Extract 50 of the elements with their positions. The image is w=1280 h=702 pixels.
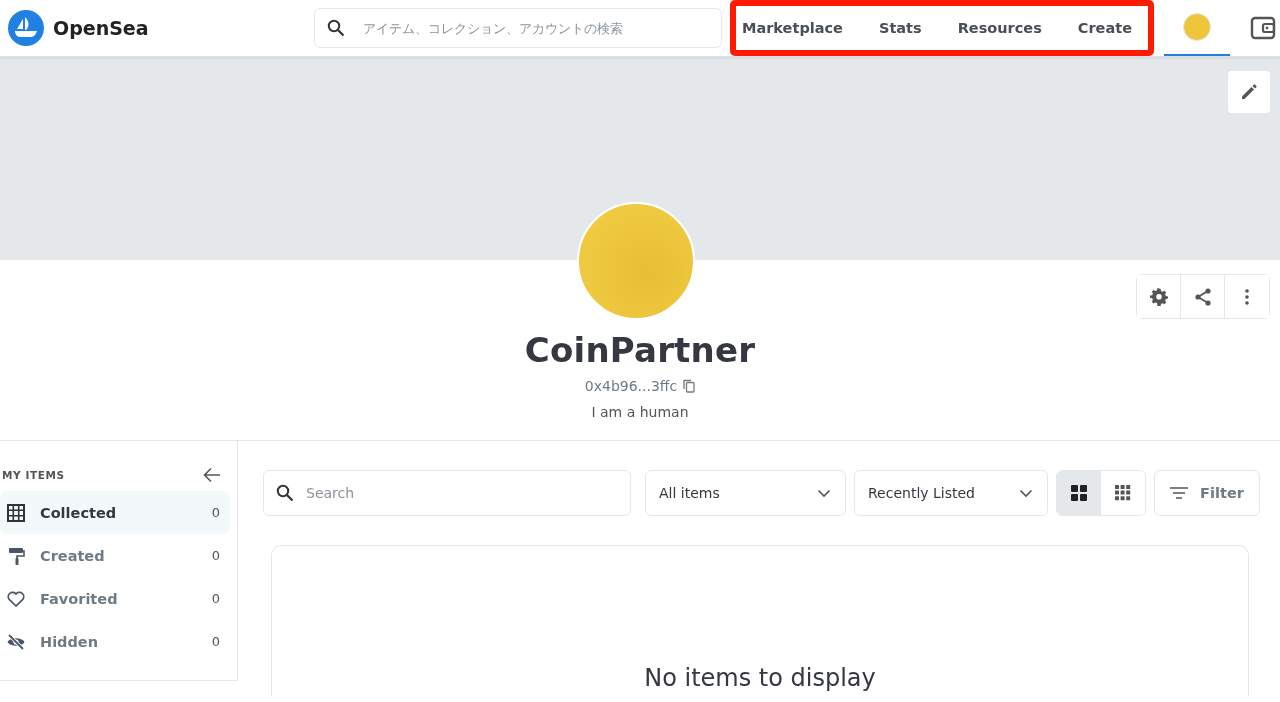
item-count: 0	[211, 591, 220, 606]
settings-button[interactable]	[1137, 275, 1181, 318]
sidebar-item[interactable]: Created 0	[0, 534, 230, 577]
edit-button[interactable]	[1228, 71, 1270, 113]
filter-icon	[1170, 487, 1189, 499]
more-icon	[1245, 288, 1249, 305]
item-count: 0	[211, 548, 220, 563]
small-grid-icon	[1114, 484, 1132, 502]
dropdown[interactable]: All items	[645, 470, 846, 516]
profile-name: CoinPartner	[524, 330, 756, 370]
sidebar-title: MY ITEMS	[2, 469, 65, 481]
sidebar-item[interactable]: Favorited 0	[0, 577, 230, 620]
copy-icon[interactable]	[683, 379, 696, 393]
filter-button[interactable]: Filter	[1154, 470, 1260, 516]
sidebar-item[interactable]: Collected 0	[0, 491, 230, 534]
nav-link[interactable]: Create	[1077, 20, 1132, 36]
item-count: 0	[211, 634, 220, 649]
nav-link[interactable]: Stats	[878, 20, 922, 36]
view-toggle[interactable]	[1057, 471, 1101, 515]
pencil-icon	[1240, 83, 1258, 101]
item-label: Hidden	[40, 633, 100, 650]
item-label: Favorited	[40, 590, 119, 607]
collapse-button[interactable]	[203, 467, 221, 483]
avatar-icon	[1183, 13, 1211, 41]
eye-slash-icon	[6, 631, 26, 652]
share-icon	[1192, 286, 1213, 307]
settings-icon	[1148, 286, 1169, 307]
search-icon	[276, 484, 294, 502]
chevron-down-icon	[1019, 488, 1033, 498]
nav-link[interactable]: Marketplace	[742, 20, 843, 36]
wallet-icon[interactable]	[1250, 16, 1276, 40]
grid-icon	[6, 502, 26, 523]
sailboat-logo-icon[interactable]	[8, 10, 44, 46]
sidebar-item[interactable]: Hidden 0	[0, 620, 230, 663]
item-label: Created	[40, 547, 106, 564]
item-label: Collected	[40, 504, 118, 521]
large-grid-icon	[1070, 484, 1088, 502]
arrow-left-icon	[203, 467, 221, 483]
dropdown[interactable]: Recently Listed	[854, 470, 1048, 516]
search-icon	[327, 19, 345, 37]
search-field[interactable]: Search	[263, 470, 631, 516]
logo-wordmark[interactable]: OpenSea	[53, 17, 149, 39]
empty-message: No items to display	[644, 664, 876, 692]
item-count: 0	[211, 505, 220, 520]
paint-roller-icon	[6, 545, 26, 566]
nav-link[interactable]: Resources	[957, 20, 1042, 36]
wallet-address: 0x4b96...3ffc	[584, 378, 678, 394]
search-field[interactable]: アイテム、コレクション、アカウントの検索	[314, 8, 722, 48]
chevron-down-icon	[817, 488, 831, 498]
profile-bio: I am a human	[591, 404, 689, 420]
